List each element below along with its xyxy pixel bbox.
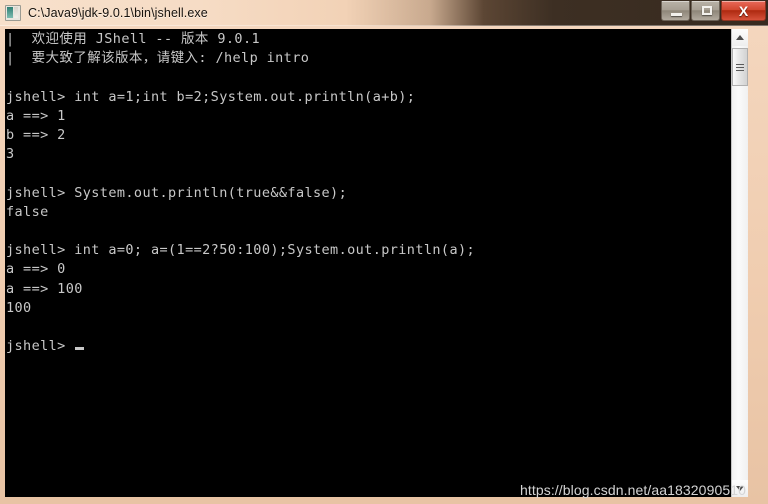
- window-title: C:\Java9\jdk-9.0.1\bin\jshell.exe: [28, 6, 208, 20]
- text-cursor: [75, 347, 85, 351]
- scrollbar-thumb[interactable]: [732, 48, 748, 86]
- triangle-up-glyph: [736, 35, 744, 40]
- watermark-url: https://blog.csdn.net/aa1832090510: [519, 482, 746, 498]
- console-window: C:\Java9\jdk-9.0.1\bin\jshell.exe X | 欢迎…: [0, 0, 768, 504]
- maximize-icon: [702, 6, 712, 15]
- console-output-area[interactable]: | 欢迎使用 JShell -- 版本 9.0.1 | 要大致了解该版本，请键入…: [5, 29, 748, 497]
- title-bar[interactable]: C:\Java9\jdk-9.0.1\bin\jshell.exe X: [0, 0, 768, 26]
- maximize-button[interactable]: [691, 1, 720, 21]
- console-scrollbar[interactable]: [731, 29, 748, 497]
- close-icon: X: [738, 2, 749, 19]
- close-button[interactable]: X: [721, 1, 766, 21]
- minimize-icon: [671, 13, 682, 16]
- console-window-icon: [5, 5, 21, 21]
- console-text: | 欢迎使用 JShell -- 版本 9.0.1 | 要大致了解该版本，请键入…: [6, 31, 476, 355]
- grip-icon: [736, 63, 744, 71]
- scroll-up-arrow-icon[interactable]: [732, 29, 748, 46]
- minimize-button[interactable]: [661, 1, 690, 21]
- window-controls: X: [660, 1, 766, 23]
